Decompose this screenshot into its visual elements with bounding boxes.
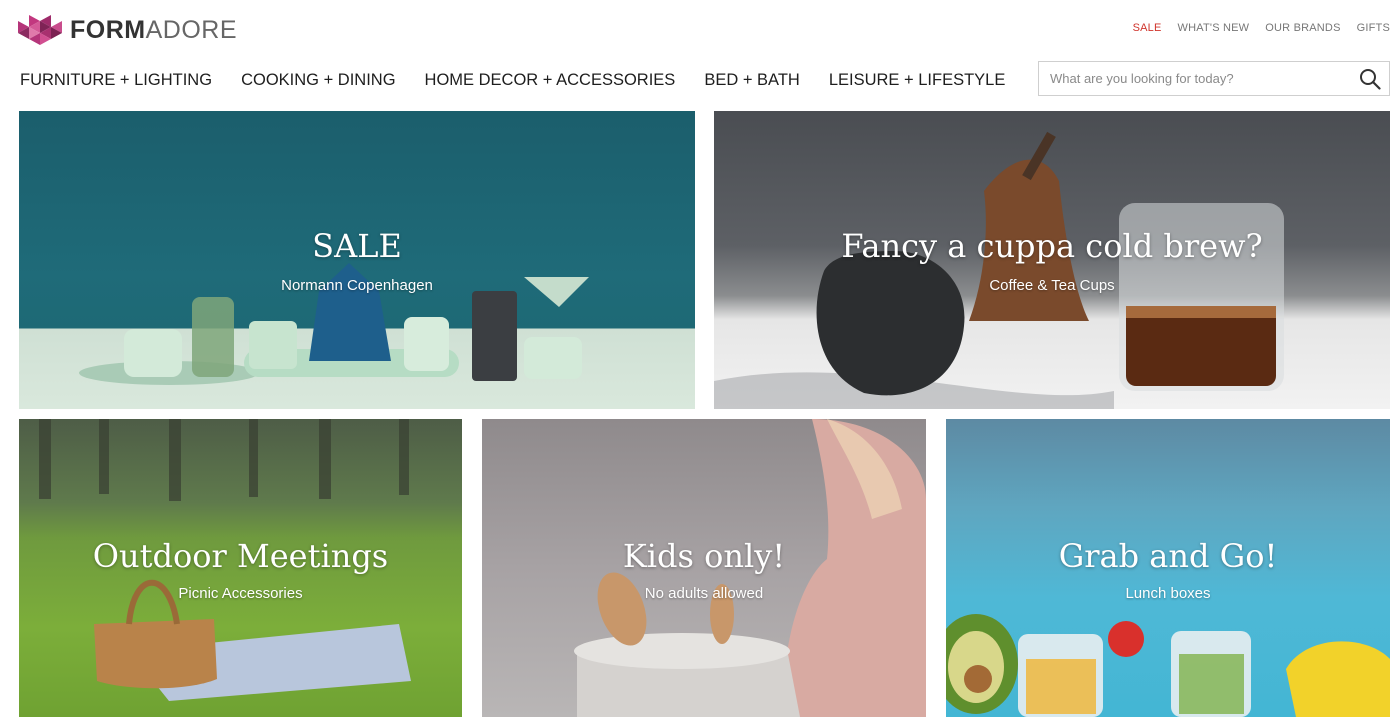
top-link-whats-new[interactable]: WHAT'S NEW <box>1178 22 1250 34</box>
tile-title: Grab and Go! <box>1058 537 1278 575</box>
search-input[interactable] <box>1039 62 1349 95</box>
promo-tile-kids-only[interactable]: Kids only! No adults allowed <box>482 419 926 717</box>
tile-title: Outdoor Meetings <box>92 537 389 575</box>
top-link-gifts[interactable]: GIFTS <box>1357 22 1390 34</box>
nav-leisure-lifestyle[interactable]: LEISURE + LIFESTYLE <box>829 71 1006 90</box>
promo-tile-grab-and-go[interactable]: Grab and Go! Lunch boxes <box>946 419 1390 717</box>
nav-bed-bath[interactable]: BED + BATH <box>704 71 800 90</box>
nav-cooking-dining[interactable]: COOKING + DINING <box>241 71 395 90</box>
promo-tile-outdoor-meetings[interactable]: Outdoor Meetings Picnic Accessories <box>19 419 462 717</box>
utility-links: SALE WHAT'S NEW OUR BRANDS GIFTS <box>1133 22 1390 34</box>
logo-mark-icon <box>18 15 62 45</box>
search-box <box>1038 61 1390 96</box>
tile-subtitle: Lunch boxes <box>1125 585 1211 602</box>
tile-subtitle: Picnic Accessories <box>178 585 303 602</box>
promo-tile-cold-brew[interactable]: Fancy a cuppa cold brew? Coffee & Tea Cu… <box>714 111 1390 409</box>
nav-furniture-lighting[interactable]: FURNITURE + LIGHTING <box>20 71 212 90</box>
tile-title: Fancy a cuppa cold brew? <box>841 227 1263 265</box>
promo-tile-sale[interactable]: SALE Normann Copenhagen <box>19 111 695 409</box>
tile-subtitle: Normann Copenhagen <box>281 277 433 294</box>
search-icon[interactable] <box>1359 68 1381 90</box>
tile-title: Kids only! <box>622 537 786 575</box>
top-link-our-brands[interactable]: OUR BRANDS <box>1265 22 1340 34</box>
tile-subtitle: No adults allowed <box>644 585 764 602</box>
nav-home-decor-accessories[interactable]: HOME DECOR + ACCESSORIES <box>425 71 676 90</box>
logo-wordmark: FORMADORE <box>70 15 238 44</box>
top-link-sale[interactable]: SALE <box>1133 22 1162 34</box>
main-navigation: FURNITURE + LIGHTING COOKING + DINING HO… <box>20 71 1005 90</box>
tile-title: SALE <box>312 227 402 265</box>
tile-subtitle: Coffee & Tea Cups <box>989 277 1115 294</box>
site-logo[interactable]: FORMADORE <box>18 13 237 47</box>
